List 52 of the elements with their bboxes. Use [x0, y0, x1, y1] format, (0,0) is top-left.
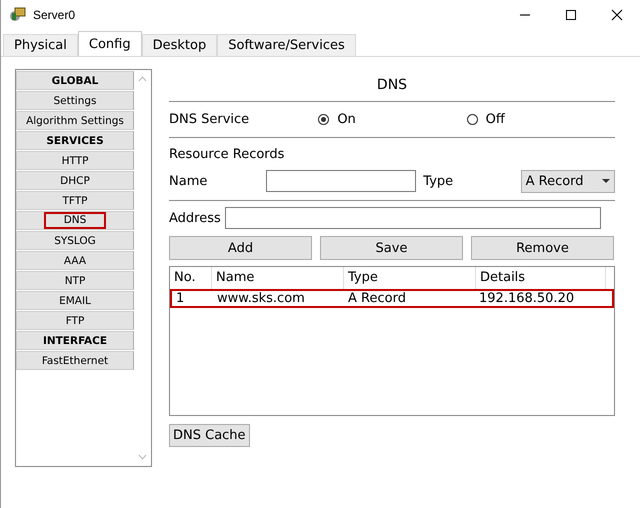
sidebar-item[interactable]: AAA — [16, 251, 134, 270]
section-heading: Resource Records — [169, 147, 286, 162]
name-field[interactable] — [266, 170, 416, 192]
action-button[interactable]: Remove — [471, 236, 614, 260]
sidebar-item[interactable]: NTP — [16, 271, 134, 290]
panel-title: DNS — [169, 69, 615, 102]
action-button[interactable]: Add — [169, 236, 312, 260]
table-cell-text: 192.168.50.20 — [478, 291, 576, 306]
column-header[interactable]: Name — [212, 267, 344, 289]
dns-cache-button[interactable]: DNS Cache — [169, 424, 250, 447]
sidebar-header[interactable]: INTERFACE — [16, 331, 134, 350]
sidebar-item[interactable]: Algorithm Settings — [16, 111, 134, 130]
radio-button[interactable] — [318, 114, 330, 125]
table-cell-text: 1 — [175, 291, 186, 306]
column-header[interactable]: No. — [170, 267, 212, 289]
sidebar-item[interactable]: DHCP — [16, 171, 134, 190]
tab[interactable]: Physical — [3, 34, 78, 56]
tab[interactable]: Software/Services — [217, 34, 356, 56]
radio-label: On — [337, 112, 356, 127]
name-label: Name — [169, 174, 208, 188]
sidebar-header[interactable]: SERVICES — [16, 131, 134, 150]
table-cell-text: A Record — [347, 291, 407, 306]
sidebar-item[interactable]: HTTP — [16, 151, 134, 170]
close-icon[interactable] — [611, 9, 623, 21]
sidebar-item[interactable]: SYSLOG — [16, 231, 134, 250]
radio-button[interactable] — [466, 114, 478, 125]
caret-icon — [602, 179, 610, 183]
radio-label: Off — [486, 112, 505, 127]
table-cell-text: www.sks.com — [216, 291, 306, 306]
tab[interactable]: Config — [78, 31, 142, 56]
maximize-icon[interactable] — [565, 9, 577, 21]
sidebar-item[interactable]: DNS — [16, 211, 134, 230]
sidebar-item[interactable]: EMAIL — [16, 291, 134, 310]
sidebar-item[interactable]: FTP — [16, 311, 134, 330]
sidebar-item[interactable]: FastEthernet — [16, 351, 134, 370]
column-header[interactable]: Details — [476, 267, 606, 289]
address-label: Address — [169, 210, 221, 226]
type-label: Type — [423, 174, 454, 188]
sidebar-header[interactable]: GLOBAL — [16, 71, 134, 90]
action-button[interactable]: Save — [320, 236, 463, 260]
type-dropdown[interactable]: A Record — [520, 170, 615, 192]
sidebar-item[interactable]: Settings — [16, 91, 134, 110]
address-field[interactable] — [224, 207, 601, 229]
server-icon — [9, 6, 27, 24]
column-header[interactable]: Type — [344, 267, 476, 289]
table-row[interactable]: 1 www.sks.com A Record 192.168.50.20 — [170, 289, 614, 308]
window-title: Server0 — [33, 8, 76, 22]
tab[interactable]: Desktop — [142, 34, 218, 56]
radio-option[interactable]: On — [318, 112, 467, 127]
radio-option[interactable]: Off — [466, 112, 616, 127]
dns-service-label: DNS Service — [169, 112, 250, 127]
sidebar-item[interactable]: TFTP — [16, 191, 134, 210]
